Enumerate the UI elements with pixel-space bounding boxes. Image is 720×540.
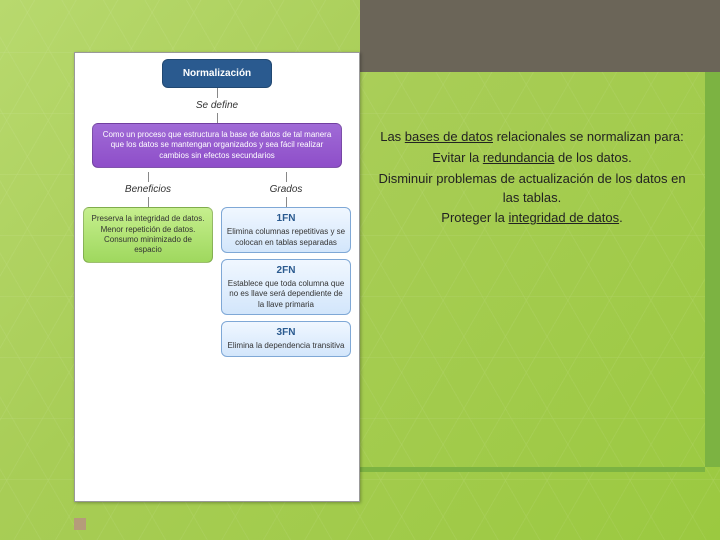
text-line-2: Evitar la redundancia de los datos. — [372, 149, 692, 168]
form-3fn: 3FN Elimina la dependencia transitiva — [221, 321, 351, 356]
title-bar — [360, 0, 720, 72]
accent-right — [705, 72, 720, 467]
form-desc: Elimina columnas repetitivas y se coloca… — [227, 227, 345, 246]
accent-bottom — [360, 467, 705, 472]
form-2fn: 2FN Establece que toda columna que no es… — [221, 259, 351, 315]
form-title: 1FN — [226, 212, 346, 225]
beneficios-node: Preserva la integridad de datos. Menor r… — [83, 207, 213, 263]
beneficios-label: Beneficios — [123, 182, 173, 197]
diagram-root: Normalización — [162, 59, 272, 88]
diagram-panel: Normalización Se define Como un proceso … — [74, 52, 360, 502]
form-desc: Establece que toda columna que no es lla… — [228, 279, 345, 309]
define-label: Se define — [79, 98, 355, 113]
text-line-4: Proteger la integridad de datos. — [372, 209, 692, 228]
form-1fn: 1FN Elimina columnas repetitivas y se co… — [221, 207, 351, 253]
text-line-1: Las bases de datos relacionales se norma… — [372, 128, 692, 147]
grados-label: Grados — [268, 182, 305, 197]
link-integridad[interactable]: integridad de datos — [508, 210, 619, 225]
form-desc: Elimina la dependencia transitiva — [228, 341, 345, 350]
text-line-3: Disminuir problemas de actualización de … — [372, 170, 692, 208]
link-bases-de-datos[interactable]: bases de datos — [405, 129, 493, 144]
definition-node: Como un proceso que estructura la base d… — [92, 123, 342, 168]
form-title: 2FN — [226, 264, 346, 277]
content-text: Las bases de datos relacionales se norma… — [372, 128, 692, 230]
link-redundancia[interactable]: redundancia — [483, 150, 555, 165]
form-title: 3FN — [226, 326, 346, 339]
page-marker-icon — [74, 518, 86, 530]
